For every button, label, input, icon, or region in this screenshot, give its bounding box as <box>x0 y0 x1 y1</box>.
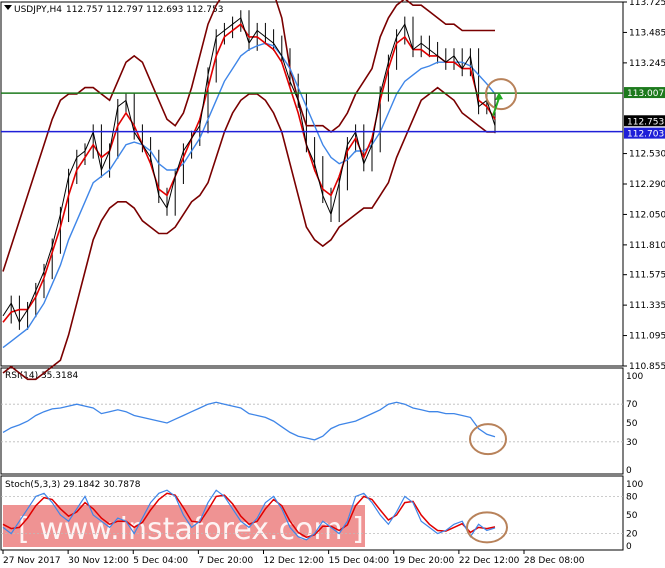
price-level-label: 113.007 <box>627 89 664 99</box>
header-symbol: USDJPY,H4 <box>14 5 62 15</box>
stoch-title: Stoch(5,3,3) 29.1842 30.7878 <box>5 480 141 490</box>
y-tick-label: 111.575 <box>629 271 665 281</box>
y-tick-label: 110.855 <box>629 362 665 372</box>
y-tick-label: 111.095 <box>629 332 665 342</box>
y-tick-label: 113.485 <box>629 28 665 38</box>
stoch-y-tick-label: 0 <box>626 542 632 552</box>
rsi-y-tick-label: 0 <box>626 466 632 476</box>
x-tick-label: 7 Dec 20:00 <box>198 556 253 566</box>
rsi-panel[interactable] <box>0 367 624 475</box>
y-tick-label: 112.290 <box>629 180 665 190</box>
y-tick-label: 112.530 <box>629 150 665 160</box>
rsi-title: RSI(14) 35.3184 <box>5 371 78 381</box>
stoch-y-tick-label: 100 <box>626 480 643 490</box>
rsi-y-tick-label: 50 <box>626 419 638 429</box>
rsi-y-tick-label: 30 <box>626 438 638 448</box>
price-level-label: 112.753 <box>627 117 664 127</box>
y-tick-label: 112.050 <box>629 210 665 220</box>
rsi-y-tick-label: 70 <box>626 400 638 410</box>
watermark-text: [ www.instaforex.com ] <box>18 512 364 547</box>
price-level-label: 112.703 <box>627 130 664 140</box>
stoch-y-tick-label: 20 <box>626 530 638 540</box>
x-tick-label: 28 Dec 08:00 <box>524 556 585 566</box>
x-tick-label: 15 Dec 04:00 <box>329 556 390 566</box>
x-tick-label: 27 Nov 2017 <box>3 556 61 566</box>
price-panel[interactable] <box>0 1 624 367</box>
stoch-y-tick-label: 80 <box>626 492 638 502</box>
x-tick-label: 30 Nov 12:00 <box>68 556 129 566</box>
y-tick-label: 111.335 <box>629 301 665 311</box>
x-tick-label: 12 Dec 12:00 <box>264 556 325 566</box>
x-tick-label: 19 Dec 20:00 <box>394 556 455 566</box>
stoch-y-tick-label: 50 <box>626 511 638 521</box>
y-tick-label: 111.810 <box>629 241 665 251</box>
y-tick-label: 113.245 <box>629 59 665 69</box>
y-tick-label: 113.725 <box>629 0 665 8</box>
x-tick-label: 22 Dec 12:00 <box>459 556 520 566</box>
x-tick-label: 5 Dec 04:00 <box>133 556 188 566</box>
header-ohlc: 112.757 112.797 112.693 112.753 <box>66 5 223 15</box>
usdjpy-h4-chart[interactable]: USDJPY,H4 112.757 112.797 112.693 112.75… <box>0 0 665 568</box>
rsi-y-tick-label: 100 <box>626 372 643 382</box>
